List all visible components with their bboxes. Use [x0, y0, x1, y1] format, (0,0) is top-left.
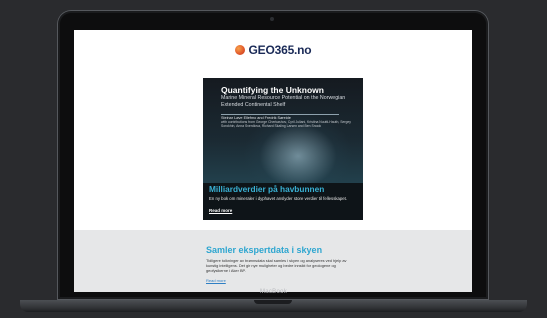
cover-subtitle: Marine Mineral Resource Potential on the… — [221, 95, 346, 108]
second-headline[interactable]: Samler ekspertdata i skyen — [206, 245, 322, 255]
feature-article[interactable]: Quantifying the Unknown Marine Mineral R… — [203, 78, 363, 220]
base-notch — [254, 300, 292, 304]
second-read-more-link[interactable]: Read more — [206, 278, 226, 283]
site-logo[interactable]: GEO365.no — [74, 38, 472, 62]
logo-text: GEO365 — [248, 43, 295, 57]
second-excerpt: Tidligere tolkninger av brønnsdata skal … — [206, 258, 347, 274]
globe-icon — [234, 45, 245, 55]
feature-headline[interactable]: Milliardverdier på havbunnen — [209, 184, 359, 194]
screen: GEO365.no Quantifying the Unknown Marine… — [74, 30, 472, 292]
cover-title: Quantifying the Unknown — [221, 85, 324, 95]
book-cover-image[interactable]: Quantifying the Unknown Marine Mineral R… — [203, 78, 363, 183]
device-brand-label: MacBook — [259, 289, 288, 295]
laptop-lid: GEO365.no Quantifying the Unknown Marine… — [57, 10, 489, 300]
cover-authors-more: with contributions from George Cherkasho… — [221, 120, 351, 129]
cover-divider — [221, 114, 339, 115]
top-bar — [74, 30, 472, 38]
cover-authors: Steinar Løve Ellefmo and Fredrik Søreide… — [221, 116, 351, 129]
logo-tld: .no — [294, 43, 312, 57]
feature-read-more-link[interactable]: Read more — [209, 208, 232, 213]
camera-icon — [270, 17, 274, 21]
laptop-base — [20, 300, 527, 312]
second-article: Samler ekspertdata i skyen Tidligere tol… — [74, 230, 472, 292]
feature-excerpt: En ny bok om mineraler i dyphavet anslyd… — [209, 196, 348, 201]
